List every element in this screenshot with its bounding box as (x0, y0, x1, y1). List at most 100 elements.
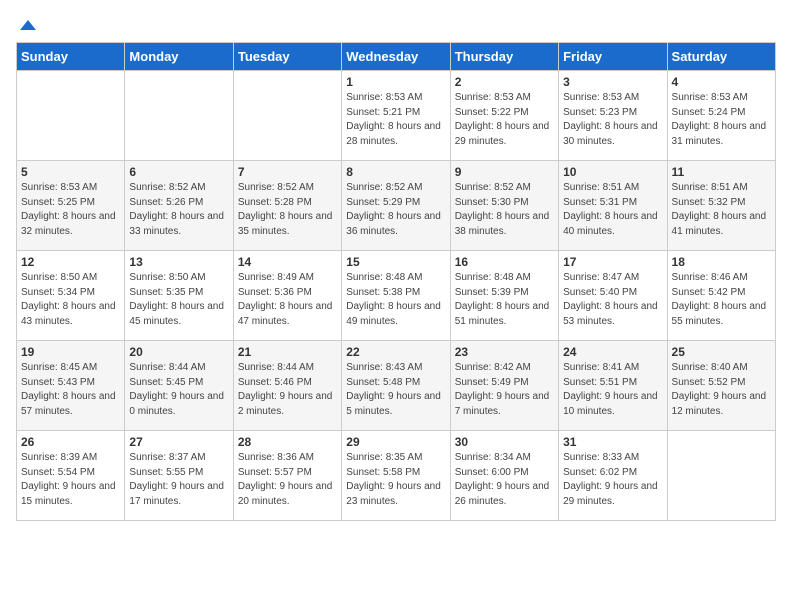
calendar-cell: 7 Sunrise: 8:52 AM Sunset: 5:28 PM Daylig… (233, 161, 341, 251)
day-number: 14 (238, 255, 337, 269)
day-number: 1 (346, 75, 445, 89)
day-number: 28 (238, 435, 337, 449)
calendar-cell: 2 Sunrise: 8:53 AM Sunset: 5:22 PM Daylig… (450, 71, 558, 161)
day-number: 2 (455, 75, 554, 89)
cell-info: Sunrise: 8:53 AM Sunset: 5:22 PM Dayligh… (455, 91, 554, 149)
day-number: 7 (238, 165, 337, 179)
cell-info: Sunrise: 8:53 AM Sunset: 5:21 PM Dayligh… (346, 91, 445, 149)
cell-info: Sunrise: 8:52 AM Sunset: 5:29 PM Dayligh… (346, 181, 445, 239)
calendar-table: SundayMondayTuesdayWednesdayThursdayFrid… (16, 42, 776, 521)
week-row-5: 26Sunrise: 8:39 AM Sunset: 5:54 PM Dayli… (17, 431, 776, 521)
day-number: 23 (455, 345, 554, 359)
logo (16, 16, 38, 32)
week-row-4: 19 Sunrise: 8:45 AM Sunset: 5:43 PM Dayli… (17, 341, 776, 431)
calendar-cell: 27 Sunrise: 8:37 AM Sunset: 5:55 PM Dayli… (125, 431, 233, 521)
day-number: 25 (672, 345, 771, 359)
day-number: 8 (346, 165, 445, 179)
day-header-thursday: Thursday (450, 43, 558, 71)
calendar-cell: 5 Sunrise: 8:53 AM Sunset: 5:25 PM Daylig… (17, 161, 125, 251)
week-row-2: 5 Sunrise: 8:53 AM Sunset: 5:25 PM Daylig… (17, 161, 776, 251)
day-number: 30 (455, 435, 554, 449)
day-number: 24 (563, 345, 662, 359)
logo-arrow-icon (18, 16, 38, 36)
calendar-cell: 12 Sunrise: 8:50 AM Sunset: 5:34 PM Dayli… (17, 251, 125, 341)
calendar-cell: 17 Sunrise: 8:47 AM Sunset: 5:40 PM Dayli… (559, 251, 667, 341)
cell-info: Sunrise: 8:42 AM Sunset: 5:49 PM Dayligh… (455, 361, 554, 419)
day-number: 22 (346, 345, 445, 359)
day-number: 19 (21, 345, 120, 359)
calendar-cell: 16 Sunrise: 8:48 AM Sunset: 5:39 PM Dayli… (450, 251, 558, 341)
cell-info: Sunrise: 8:37 AM Sunset: 5:55 PM Dayligh… (129, 451, 228, 509)
cell-info: Sunrise: 8:41 AM Sunset: 5:51 PM Dayligh… (563, 361, 662, 419)
day-number: 12 (21, 255, 120, 269)
calendar-cell: 21 Sunrise: 8:44 AM Sunset: 5:46 PM Dayli… (233, 341, 341, 431)
calendar-cell: 29Sunrise: 8:35 AM Sunset: 5:58 PM Dayli… (342, 431, 450, 521)
cell-info: Sunrise: 8:43 AM Sunset: 5:48 PM Dayligh… (346, 361, 445, 419)
cell-info: Sunrise: 8:52 AM Sunset: 5:28 PM Dayligh… (238, 181, 337, 239)
calendar-cell: 4 Sunrise: 8:53 AM Sunset: 5:24 PM Daylig… (667, 71, 775, 161)
calendar-cell: 26Sunrise: 8:39 AM Sunset: 5:54 PM Dayli… (17, 431, 125, 521)
day-number: 5 (21, 165, 120, 179)
calendar-cell: 6 Sunrise: 8:52 AM Sunset: 5:26 PM Daylig… (125, 161, 233, 251)
cell-info: Sunrise: 8:52 AM Sunset: 5:26 PM Dayligh… (129, 181, 228, 239)
calendar-cell: 31 Sunrise: 8:33 AM Sunset: 6:02 PM Dayli… (559, 431, 667, 521)
day-number: 4 (672, 75, 771, 89)
day-number: 27 (129, 435, 228, 449)
calendar-cell: 22 Sunrise: 8:43 AM Sunset: 5:48 PM Dayli… (342, 341, 450, 431)
cell-info: Sunrise: 8:44 AM Sunset: 5:46 PM Dayligh… (238, 361, 337, 419)
day-number: 31 (563, 435, 662, 449)
day-header-friday: Friday (559, 43, 667, 71)
cell-info: Sunrise: 8:49 AM Sunset: 5:36 PM Dayligh… (238, 271, 337, 329)
calendar-cell: 14 Sunrise: 8:49 AM Sunset: 5:36 PM Dayli… (233, 251, 341, 341)
cell-info: Sunrise: 8:51 AM Sunset: 5:31 PM Dayligh… (563, 181, 662, 239)
cell-info: Sunrise: 8:35 AM Sunset: 5:58 PM Dayligh… (346, 451, 445, 509)
calendar-cell: 9Sunrise: 8:52 AM Sunset: 5:30 PM Daylig… (450, 161, 558, 251)
day-number: 6 (129, 165, 228, 179)
day-number: 20 (129, 345, 228, 359)
calendar-cell: 23 Sunrise: 8:42 AM Sunset: 5:49 PM Dayli… (450, 341, 558, 431)
calendar-cell (17, 71, 125, 161)
cell-info: Sunrise: 8:50 AM Sunset: 5:35 PM Dayligh… (129, 271, 228, 329)
cell-info: Sunrise: 8:53 AM Sunset: 5:24 PM Dayligh… (672, 91, 771, 149)
day-header-tuesday: Tuesday (233, 43, 341, 71)
calendar-cell: 8 Sunrise: 8:52 AM Sunset: 5:29 PM Daylig… (342, 161, 450, 251)
cell-info: Sunrise: 8:36 AM Sunset: 5:57 PM Dayligh… (238, 451, 337, 509)
cell-info: Sunrise: 8:39 AM Sunset: 5:54 PM Dayligh… (21, 451, 120, 509)
day-header-saturday: Saturday (667, 43, 775, 71)
cell-info: Sunrise: 8:45 AM Sunset: 5:43 PM Dayligh… (21, 361, 120, 419)
day-number: 9 (455, 165, 554, 179)
day-number: 18 (672, 255, 771, 269)
day-number: 10 (563, 165, 662, 179)
day-number: 16 (455, 255, 554, 269)
calendar-cell: 3Sunrise: 8:53 AM Sunset: 5:23 PM Daylig… (559, 71, 667, 161)
day-number: 17 (563, 255, 662, 269)
day-number: 15 (346, 255, 445, 269)
calendar-cell: 10 Sunrise: 8:51 AM Sunset: 5:31 PM Dayli… (559, 161, 667, 251)
cell-info: Sunrise: 8:50 AM Sunset: 5:34 PM Dayligh… (21, 271, 120, 329)
calendar-cell: 25Sunrise: 8:40 AM Sunset: 5:52 PM Dayli… (667, 341, 775, 431)
cell-info: Sunrise: 8:46 AM Sunset: 5:42 PM Dayligh… (672, 271, 771, 329)
calendar-cell (125, 71, 233, 161)
day-header-monday: Monday (125, 43, 233, 71)
calendar-cell: 18 Sunrise: 8:46 AM Sunset: 5:42 PM Dayli… (667, 251, 775, 341)
day-number: 13 (129, 255, 228, 269)
cell-info: Sunrise: 8:33 AM Sunset: 6:02 PM Dayligh… (563, 451, 662, 509)
calendar-cell: 15 Sunrise: 8:48 AM Sunset: 5:38 PM Dayli… (342, 251, 450, 341)
calendar-cell: 13 Sunrise: 8:50 AM Sunset: 5:35 PM Dayli… (125, 251, 233, 341)
calendar-cell: 1 Sunrise: 8:53 AM Sunset: 5:21 PM Daylig… (342, 71, 450, 161)
calendar-cell: 19 Sunrise: 8:45 AM Sunset: 5:43 PM Dayli… (17, 341, 125, 431)
calendar-cell: 20Sunrise: 8:44 AM Sunset: 5:45 PM Dayli… (125, 341, 233, 431)
cell-info: Sunrise: 8:48 AM Sunset: 5:38 PM Dayligh… (346, 271, 445, 329)
cell-info: Sunrise: 8:48 AM Sunset: 5:39 PM Dayligh… (455, 271, 554, 329)
cell-info: Sunrise: 8:53 AM Sunset: 5:25 PM Dayligh… (21, 181, 120, 239)
day-header-wednesday: Wednesday (342, 43, 450, 71)
calendar-cell: 30 Sunrise: 8:34 AM Sunset: 6:00 PM Dayli… (450, 431, 558, 521)
cell-info: Sunrise: 8:34 AM Sunset: 6:00 PM Dayligh… (455, 451, 554, 509)
day-number: 3 (563, 75, 662, 89)
day-number: 21 (238, 345, 337, 359)
calendar-cell (667, 431, 775, 521)
calendar-cell (233, 71, 341, 161)
cell-info: Sunrise: 8:47 AM Sunset: 5:40 PM Dayligh… (563, 271, 662, 329)
cell-info: Sunrise: 8:51 AM Sunset: 5:32 PM Dayligh… (672, 181, 771, 239)
calendar-cell: 11Sunrise: 8:51 AM Sunset: 5:32 PM Dayli… (667, 161, 775, 251)
